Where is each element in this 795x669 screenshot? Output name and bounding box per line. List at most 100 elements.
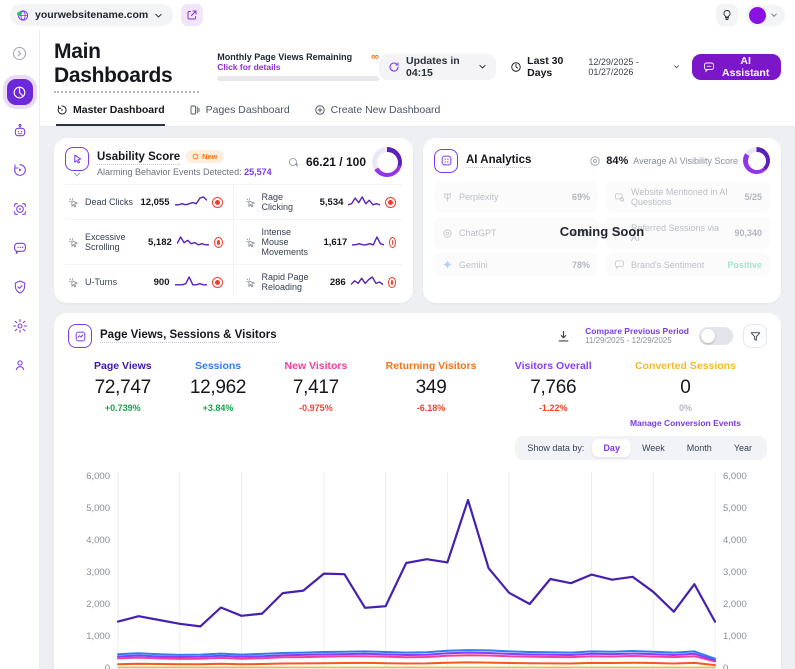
sparkline xyxy=(174,276,207,288)
metric-label: Excessive Scrolling xyxy=(85,232,126,252)
filter-button[interactable] xyxy=(743,324,767,348)
quota-label: Monthly Page Views Remaining xyxy=(217,52,353,62)
website-selector[interactable]: yourwebsitename.com xyxy=(10,4,174,26)
tab-create-new-dashboard[interactable]: Create New Dashboard xyxy=(314,104,440,126)
metric-change: -6.18% xyxy=(416,403,446,413)
sparkline xyxy=(350,276,383,288)
metric-change: -1.22% xyxy=(538,403,568,413)
view-recordings-icon[interactable] xyxy=(213,236,223,248)
metric-value: 12,055 xyxy=(140,196,170,208)
page-title: Main Dashboards xyxy=(54,40,200,93)
chevron-down-icon xyxy=(770,11,778,19)
metric-change: +3.84% xyxy=(202,403,234,413)
metric-label: Converted Sessions xyxy=(634,360,736,372)
metric-visitors-overall[interactable]: Visitors Overall 7,766 -1.22% xyxy=(515,360,592,428)
ai-assistant-button[interactable]: AI Assistant xyxy=(692,53,782,80)
usability-metric-u-turns[interactable]: U-Turns 900 xyxy=(65,264,234,299)
metric-label: Rapid Page Reloading xyxy=(261,272,309,292)
granularity-day[interactable]: Day xyxy=(592,439,631,457)
compare-period: Compare Previous Period 11/29/2025 - 12/… xyxy=(585,326,689,347)
dashboard-tabs: Master Dashboard Pages Dashboard Create … xyxy=(54,104,781,126)
usability-metric-dead-clicks[interactable]: Dead Clicks 12,055 xyxy=(65,184,234,219)
cursor-click-icon xyxy=(244,196,257,209)
sidebar-expand-button[interactable] xyxy=(7,40,33,66)
svg-text:1,000: 1,000 xyxy=(723,631,747,642)
date-range-preset[interactable]: Last 30 Days xyxy=(510,55,579,79)
sidebar-item-settings[interactable] xyxy=(7,313,33,339)
sidebar-item-dashboards[interactable] xyxy=(6,79,33,105)
view-recordings-icon[interactable] xyxy=(385,196,396,208)
granularity-week[interactable]: Week xyxy=(631,439,676,457)
sidebar-item-session-recordings[interactable] xyxy=(7,157,33,183)
sparkline xyxy=(176,236,209,248)
date-range-picker[interactable]: 12/29/2025 - 01/27/2026 xyxy=(588,57,680,77)
metric-page-views[interactable]: Page Views 72,747 +0.739% xyxy=(94,360,152,428)
range-label: Last 30 Days xyxy=(527,54,564,79)
score-info-icon xyxy=(287,156,300,169)
ai-stat-brand-sentiment: Brand's Sentiment Positive xyxy=(606,253,770,276)
ai-visibility-score: 84% xyxy=(606,154,629,167)
chevron-down-icon[interactable] xyxy=(73,172,81,177)
view-recordings-icon[interactable] xyxy=(387,276,396,288)
tab-master-dashboard[interactable]: Master Dashboard xyxy=(56,104,165,126)
granularity-year[interactable]: Year xyxy=(723,439,763,457)
sidebar-item-ai-agent[interactable] xyxy=(7,118,33,144)
compare-toggle[interactable] xyxy=(699,327,733,345)
sidebar-item-visitor-profiles[interactable] xyxy=(7,352,33,378)
svg-text:2,000: 2,000 xyxy=(86,599,110,610)
metric-converted-sessions[interactable]: Converted Sessions 0 0% Manage Conversio… xyxy=(630,360,741,428)
ai-analytics-card: AI Analytics 84% Average AI Visibility S… xyxy=(423,138,781,303)
account-menu[interactable] xyxy=(746,4,785,26)
metric-label: Visitors Overall xyxy=(514,360,592,372)
usability-metric-rapid-page-reloading[interactable]: Rapid Page Reloading 286 xyxy=(233,264,402,299)
view-recordings-icon[interactable] xyxy=(389,236,396,248)
sidebar-item-feedback[interactable] xyxy=(7,235,33,261)
metric-label: Rage Clicking xyxy=(261,192,294,212)
metric-returning-visitors[interactable]: Returning Visitors 349 -6.18% xyxy=(386,360,477,428)
svg-text:6,000: 6,000 xyxy=(723,471,747,482)
metric-label: Returning Visitors xyxy=(385,360,477,372)
granularity-month[interactable]: Month xyxy=(676,439,723,457)
chevron-down-icon xyxy=(154,11,163,20)
pages-dashboard-icon xyxy=(189,104,201,116)
page-header: Main Dashboards Monthly Page Views Remai… xyxy=(40,30,795,127)
updates-dropdown[interactable]: Updates in 04:15 xyxy=(379,53,497,80)
master-dashboard-icon xyxy=(56,104,68,116)
show-data-by-label: Show data by: xyxy=(527,443,585,453)
tab-pages-dashboard[interactable]: Pages Dashboard xyxy=(189,104,290,126)
range-dates: 12/29/2025 - 01/27/2026 xyxy=(588,56,639,77)
traffic-line-chart[interactable]: 12/29/202501/01/202601/04/202601/08/2026… xyxy=(68,464,767,669)
metric-value: 7,417 xyxy=(292,377,339,398)
usability-metric-intense-mouse-movements[interactable]: Intense Mouse Movements 1,617 xyxy=(233,219,402,264)
view-recordings-icon[interactable] xyxy=(211,196,223,208)
sentiment-value: Positive xyxy=(727,259,762,270)
metric-new-visitors[interactable]: New Visitors 7,417 -0.975% xyxy=(285,360,348,428)
message-search-icon xyxy=(614,192,625,203)
refresh-icon xyxy=(388,61,400,73)
alarming-events-count: 25,574 xyxy=(244,167,272,177)
metric-label: Dead Clicks xyxy=(85,197,134,207)
view-recordings-icon[interactable] xyxy=(211,276,223,288)
chevron-down-icon xyxy=(478,62,487,71)
metric-value: 12,962 xyxy=(189,377,247,398)
cursor-click-icon xyxy=(67,276,80,289)
sidebar-item-heatmaps[interactable] xyxy=(7,196,33,222)
clock-icon xyxy=(510,61,522,73)
usability-score-card: Usability Score New Alarming Behavior Eve… xyxy=(54,138,413,303)
usability-score-donut xyxy=(372,147,402,177)
tips-button[interactable] xyxy=(716,4,738,26)
metric-value: 72,747 xyxy=(94,377,152,398)
open-website-button[interactable] xyxy=(181,4,204,26)
metric-value: 7,766 xyxy=(530,377,577,398)
ai-visibility-label: Average AI Visibility Score xyxy=(633,155,738,166)
usability-score-value: 66.21 / 100 xyxy=(305,155,366,169)
manage-conversion-events-link[interactable]: Manage Conversion Events xyxy=(630,418,741,428)
quota-details-link[interactable]: Click for details xyxy=(217,62,379,72)
download-button[interactable] xyxy=(551,324,575,348)
metric-label: U-Turns xyxy=(85,277,118,287)
sidebar-item-privacy[interactable] xyxy=(7,274,33,300)
usability-metric-excessive-scrolling[interactable]: Excessive Scrolling 5,182 xyxy=(65,219,234,264)
metric-sessions[interactable]: Sessions 12,962 +3.84% xyxy=(189,360,247,428)
coming-soon-label: Coming Soon xyxy=(559,223,645,239)
usability-metric-rage-clicking[interactable]: Rage Clicking 5,534 xyxy=(233,184,402,219)
